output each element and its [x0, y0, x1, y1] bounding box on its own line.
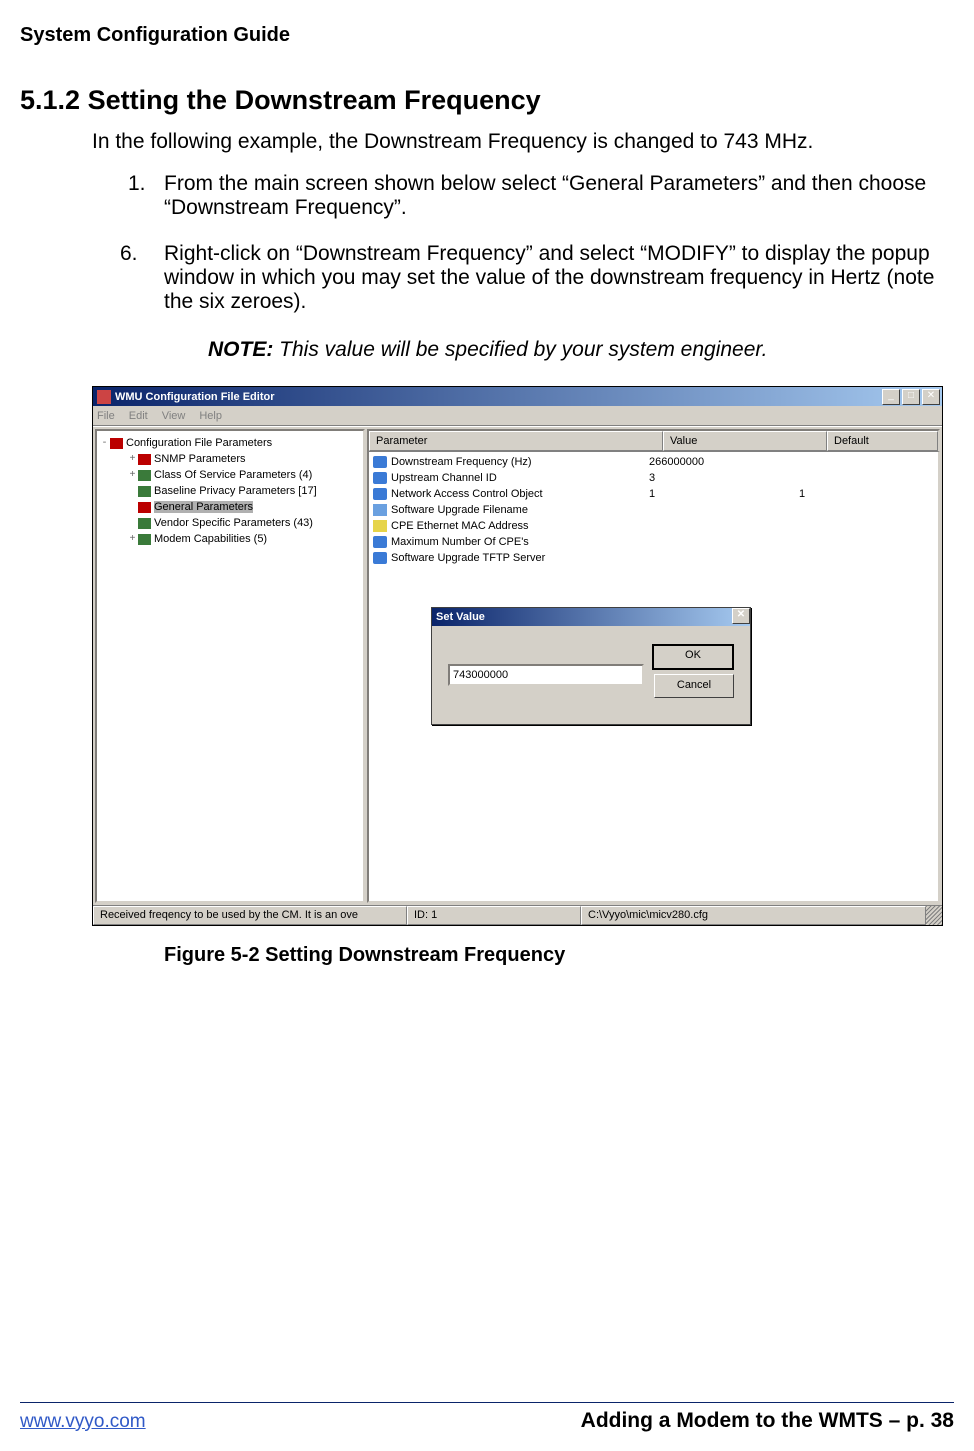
resize-grip-icon[interactable] [926, 906, 942, 925]
cell-name: Software Upgrade Filename [391, 504, 649, 516]
menu-edit[interactable]: Edit [129, 410, 148, 422]
tree-item-label: Modem Capabilities (5) [154, 533, 267, 545]
cell-value: 3 [649, 472, 799, 484]
section-title: Setting the Downstream Frequency [88, 85, 541, 115]
list-row[interactable]: CPE Ethernet MAC Address [369, 518, 938, 534]
figure-caption: Figure 5-2 Setting Downstream Frequency [164, 944, 954, 967]
globe-icon [373, 552, 387, 564]
param-icon [138, 486, 151, 497]
tree-pane[interactable]: - Configuration File Parameters + SNMP P… [95, 429, 365, 903]
window-title: WMU Configuration File Editor [115, 391, 274, 403]
note-block: NOTE: This value will be specified by yo… [208, 338, 768, 362]
tree-item-modem-caps[interactable]: + Modem Capabilities (5) [99, 531, 361, 547]
note-label: NOTE: [208, 338, 273, 361]
param-icon [373, 472, 387, 484]
close-button[interactable]: ✕ [922, 389, 940, 405]
maximize-button[interactable]: □ [902, 389, 920, 405]
step-1-text: From the main screen shown below select … [164, 172, 954, 220]
folder-icon [110, 438, 123, 449]
app-icon [97, 390, 111, 404]
cell-name: Software Upgrade TFTP Server [391, 552, 649, 564]
list-row[interactable]: Network Access Control Object 1 1 [369, 486, 938, 502]
step-1: 1. From the main screen shown below sele… [128, 172, 954, 220]
set-value-dialog: Set Value ✕ 743000000 OK Cancel [431, 607, 751, 725]
dialog-title: Set Value [436, 608, 485, 626]
list-row[interactable]: Downstream Frequency (Hz) 266000000 [369, 454, 938, 470]
menu-file[interactable]: File [97, 410, 115, 422]
status-filepath: C:\Vyyo\mic\micv280.cfg [581, 906, 926, 925]
tree-item-label: Vendor Specific Parameters (43) [154, 517, 313, 529]
list-row[interactable]: Upstream Channel ID 3 [369, 470, 938, 486]
tree-root[interactable]: - Configuration File Parameters [99, 435, 361, 451]
statusbar: Received freqency to be used by the CM. … [93, 905, 942, 925]
status-message: Received freqency to be used by the CM. … [93, 906, 407, 925]
footer-page-info: Adding a Modem to the WMTS – p. 38 [581, 1409, 954, 1433]
tree-item-label: Baseline Privacy Parameters [17] [154, 485, 317, 497]
cell-name: Downstream Frequency (Hz) [391, 456, 649, 468]
param-icon [373, 456, 387, 468]
cancel-button[interactable]: Cancel [654, 674, 734, 698]
menu-view[interactable]: View [162, 410, 186, 422]
tree-item-label: SNMP Parameters [154, 453, 246, 465]
minimize-button[interactable]: _ [882, 389, 900, 405]
step-6-number: 6. [120, 242, 164, 314]
param-icon [138, 454, 151, 465]
section-heading: 5.1.2 Setting the Downstream Frequency [20, 85, 954, 116]
column-default[interactable]: Default [827, 431, 938, 451]
status-id: ID: 1 [407, 906, 581, 925]
param-icon [373, 488, 387, 500]
dialog-close-button[interactable]: ✕ [732, 608, 750, 624]
tree-item-general-parameters[interactable]: General Parameters [99, 499, 361, 515]
cell-name: Network Access Control Object [391, 488, 649, 500]
page-footer: www.vyyo.com Adding a Modem to the WMTS … [20, 1402, 954, 1433]
tree-item-cos[interactable]: + Class Of Service Parameters (4) [99, 467, 361, 483]
param-icon [138, 470, 151, 481]
cell-value: 266000000 [649, 456, 799, 468]
param-icon [138, 518, 151, 529]
cell-name: Maximum Number Of CPE's [391, 536, 649, 548]
expand-icon[interactable]: + [127, 534, 138, 545]
dialog-titlebar[interactable]: Set Value ✕ [432, 608, 750, 626]
collapse-icon[interactable]: - [99, 438, 110, 449]
footer-link[interactable]: www.vyyo.com [20, 1411, 146, 1433]
cell-name: Upstream Channel ID [391, 472, 649, 484]
menubar: File Edit View Help [93, 406, 942, 426]
step-6: 6. Right-click on “Downstream Frequency”… [120, 242, 954, 314]
step-1-number: 1. [128, 172, 164, 220]
tree-item-vendor[interactable]: Vendor Specific Parameters (43) [99, 515, 361, 531]
step-6-text: Right-click on “Downstream Frequency” an… [164, 242, 954, 314]
tree-item-label: General Parameters [154, 501, 253, 513]
card-icon [373, 520, 387, 532]
tree-item-baseline[interactable]: Baseline Privacy Parameters [17] [99, 483, 361, 499]
menu-help[interactable]: Help [199, 410, 222, 422]
section-number: 5.1.2 [20, 85, 80, 115]
param-icon [138, 534, 151, 545]
list-header: Parameter Value Default [367, 429, 940, 451]
pencil-icon [373, 504, 387, 516]
titlebar[interactable]: WMU Configuration File Editor _ □ ✕ [93, 387, 942, 406]
tree-item-label: Class Of Service Parameters (4) [154, 469, 312, 481]
column-value[interactable]: Value [663, 431, 827, 451]
tree-root-label: Configuration File Parameters [126, 437, 272, 449]
cell-default: 1 [799, 488, 938, 500]
wmu-editor-window: WMU Configuration File Editor _ □ ✕ File… [92, 386, 943, 926]
list-row[interactable]: Software Upgrade Filename [369, 502, 938, 518]
param-icon [373, 536, 387, 548]
param-icon [138, 502, 151, 513]
cell-name: CPE Ethernet MAC Address [391, 520, 649, 532]
section-intro: In the following example, the Downstream… [92, 130, 954, 154]
expand-icon[interactable]: + [127, 470, 138, 481]
ok-button[interactable]: OK [652, 644, 734, 670]
list-row[interactable]: Maximum Number Of CPE's [369, 534, 938, 550]
set-value-input[interactable]: 743000000 [448, 664, 644, 686]
page-header: System Configuration Guide [20, 24, 954, 47]
tree-item-snmp[interactable]: + SNMP Parameters [99, 451, 361, 467]
list-row[interactable]: Software Upgrade TFTP Server [369, 550, 938, 566]
note-body: This value will be specified by your sys… [279, 338, 767, 361]
column-parameter[interactable]: Parameter [369, 431, 663, 451]
expand-icon[interactable]: + [127, 454, 138, 465]
cell-value: 1 [649, 488, 799, 500]
